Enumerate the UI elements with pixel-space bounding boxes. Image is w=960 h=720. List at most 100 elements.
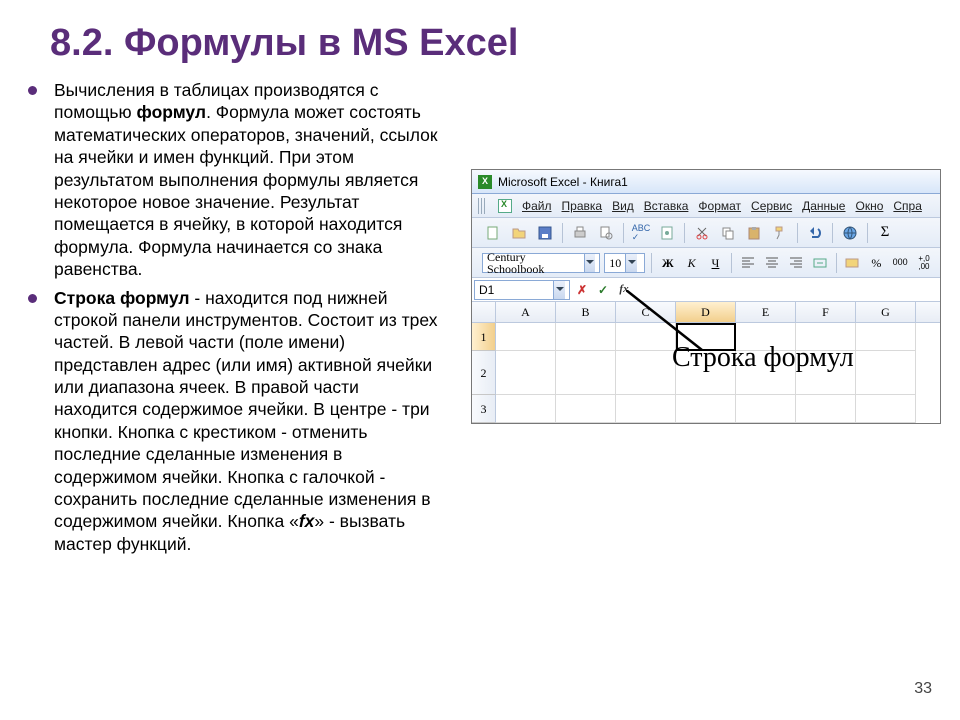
research-icon[interactable]	[656, 222, 678, 244]
column-header[interactable]: G	[856, 302, 916, 322]
cut-icon[interactable]	[691, 222, 713, 244]
separator-icon	[731, 253, 732, 273]
menu-edit[interactable]: Правка	[562, 200, 603, 212]
column-header[interactable]: E	[736, 302, 796, 322]
cell[interactable]	[616, 323, 676, 351]
text-column: Вычисления в таблицах производятся с пом…	[28, 79, 443, 561]
merge-center-icon[interactable]	[810, 252, 830, 274]
cell[interactable]	[736, 395, 796, 423]
currency-icon[interactable]	[843, 252, 863, 274]
bullet-1: Вычисления в таблицах производятся с пом…	[28, 79, 443, 281]
cell[interactable]	[556, 323, 616, 351]
cell[interactable]	[676, 395, 736, 423]
grid-row: 3	[472, 395, 940, 423]
row-header[interactable]: 2	[472, 351, 496, 395]
grid-row: 1	[472, 323, 940, 351]
menu-data[interactable]: Данные	[802, 200, 845, 212]
bullet-2: Строка формул - находится под нижней стр…	[28, 287, 443, 556]
cell[interactable]	[556, 395, 616, 423]
column-header[interactable]: F	[796, 302, 856, 322]
select-all-corner[interactable]	[472, 302, 496, 322]
cell[interactable]	[856, 351, 916, 395]
formula-confirm-button[interactable]: ✓	[594, 281, 612, 299]
page-number: 33	[914, 680, 932, 698]
spellcheck-icon[interactable]: ABC✓	[630, 222, 652, 244]
font-name-value: Century Schoolbook	[487, 251, 580, 275]
cell[interactable]	[556, 351, 616, 395]
comma-icon[interactable]: 000	[890, 252, 910, 274]
para1-bold: формул	[136, 102, 206, 122]
menu-view[interactable]: Вид	[612, 200, 634, 212]
cell[interactable]	[496, 351, 556, 395]
cell[interactable]	[796, 395, 856, 423]
menu-tools[interactable]: Сервис	[751, 200, 792, 212]
name-box[interactable]: D1	[474, 280, 570, 300]
document-icon[interactable]	[498, 199, 512, 213]
undo-icon[interactable]	[804, 222, 826, 244]
formula-bar-row: D1 ✗ ✓ fx	[472, 278, 940, 302]
para1-c: . Формула может состоять математических …	[54, 102, 438, 279]
open-icon[interactable]	[508, 222, 530, 244]
window-title: Microsoft Excel - Книга1	[498, 176, 628, 188]
separator-icon	[832, 223, 833, 243]
print-preview-icon[interactable]	[595, 222, 617, 244]
hyperlink-icon[interactable]	[839, 222, 861, 244]
toolbar-grip-icon[interactable]	[478, 198, 486, 214]
save-icon[interactable]	[534, 222, 556, 244]
cell[interactable]	[496, 323, 556, 351]
menu-format[interactable]: Формат	[698, 200, 741, 212]
cell[interactable]	[856, 323, 916, 351]
increase-decimal-icon[interactable]: +,0,00	[914, 252, 934, 274]
paste-icon[interactable]	[743, 222, 765, 244]
menu-file[interactable]: Файл	[522, 200, 552, 212]
cell[interactable]	[496, 395, 556, 423]
active-cell[interactable]	[676, 323, 736, 351]
font-size-combo[interactable]: 10	[604, 253, 645, 273]
para2-bold: Строка формул	[54, 288, 190, 308]
chevron-down-icon[interactable]	[553, 281, 565, 299]
column-header[interactable]: D	[676, 302, 736, 322]
content-body: Вычисления в таблицах производятся с пом…	[0, 65, 960, 561]
excel-screenshot: X Microsoft Excel - Книга1 Файл Правка В…	[471, 79, 941, 561]
underline-icon[interactable]: Ч	[706, 252, 726, 274]
font-size-value: 10	[609, 257, 621, 269]
menu-insert[interactable]: Вставка	[644, 200, 689, 212]
menu-window[interactable]: Окно	[855, 200, 883, 212]
excel-window: X Microsoft Excel - Книга1 Файл Правка В…	[471, 169, 941, 424]
new-icon[interactable]	[482, 222, 504, 244]
titlebar: X Microsoft Excel - Книга1	[472, 170, 940, 194]
column-header[interactable]: A	[496, 302, 556, 322]
cell[interactable]	[856, 395, 916, 423]
italic-icon[interactable]: К	[682, 252, 702, 274]
standard-toolbar: ABC✓ Σ	[472, 218, 940, 248]
align-right-icon[interactable]	[786, 252, 806, 274]
formula-cancel-button[interactable]: ✗	[573, 281, 591, 299]
format-painter-icon[interactable]	[769, 222, 791, 244]
separator-icon	[684, 223, 685, 243]
row-header[interactable]: 3	[472, 395, 496, 423]
formatting-toolbar: Century Schoolbook 10 Ж К Ч %	[472, 248, 940, 278]
column-header[interactable]: B	[556, 302, 616, 322]
print-icon[interactable]	[569, 222, 591, 244]
row-header[interactable]: 1	[472, 323, 496, 351]
font-combo[interactable]: Century Schoolbook	[482, 253, 600, 273]
separator-icon	[651, 253, 652, 273]
separator-icon	[867, 223, 868, 243]
copy-icon[interactable]	[717, 222, 739, 244]
autosum-icon[interactable]: Σ	[874, 222, 896, 244]
chevron-down-icon[interactable]	[584, 254, 595, 272]
align-center-icon[interactable]	[762, 252, 782, 274]
chevron-down-icon[interactable]	[625, 254, 637, 272]
percent-icon[interactable]: %	[866, 252, 886, 274]
cell[interactable]	[616, 395, 676, 423]
menubar: Файл Правка Вид Вставка Формат Сервис Да…	[472, 194, 940, 218]
align-left-icon[interactable]	[738, 252, 758, 274]
column-header[interactable]: C	[616, 302, 676, 322]
name-box-value: D1	[479, 284, 494, 296]
fx-button[interactable]: fx	[615, 281, 633, 299]
slide-title: 8.2. Формулы в MS Excel	[0, 0, 960, 65]
menu-help[interactable]: Спра	[893, 200, 922, 212]
cell[interactable]	[616, 351, 676, 395]
separator-icon	[562, 223, 563, 243]
bold-icon[interactable]: Ж	[658, 252, 678, 274]
